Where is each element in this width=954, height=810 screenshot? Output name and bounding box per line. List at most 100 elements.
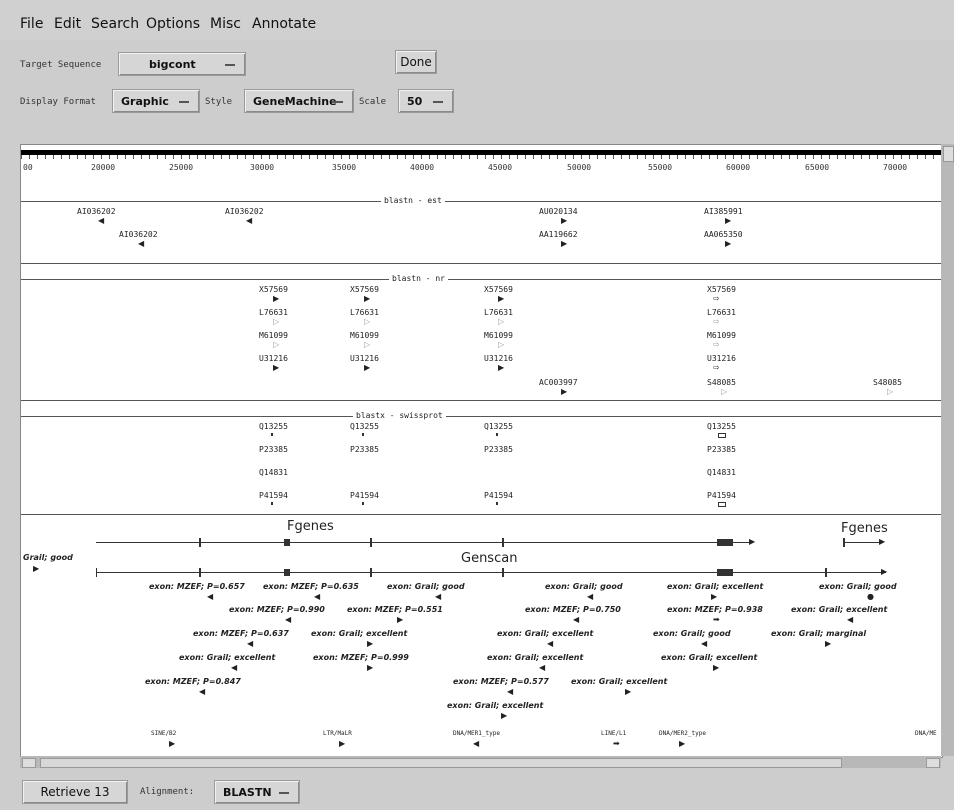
forward-arrow-icon: ▶ bbox=[879, 537, 886, 546]
target-sequence-label: Target Sequence bbox=[20, 60, 102, 70]
done-button[interactable]: Done bbox=[395, 50, 437, 74]
horizontal-scroll-thumb[interactable] bbox=[40, 758, 842, 768]
forward-arrow-icon: ▶ bbox=[711, 592, 718, 601]
forward-arrow-icon: ▶ bbox=[561, 216, 568, 225]
forward-arrow-icon: ▷ bbox=[364, 340, 371, 349]
nr-hit-label: S48085 bbox=[873, 378, 902, 387]
forward-arrow-icon: ▶ bbox=[364, 363, 371, 372]
reverse-arrow-icon: ◀ bbox=[573, 615, 580, 624]
alignment-select[interactable]: BLASTN bbox=[214, 780, 300, 804]
scale-select[interactable]: 50 bbox=[398, 89, 454, 113]
forward-arrow-icon: ▶ bbox=[273, 363, 280, 372]
forward-arrow-icon: ● bbox=[867, 592, 874, 601]
section-divider bbox=[21, 416, 942, 417]
scale-label: Scale bbox=[359, 97, 387, 107]
grail-good-label: Grail; good bbox=[23, 553, 73, 562]
exon-label: exon: Grail; good bbox=[545, 582, 623, 591]
forward-arrow-icon: ▷ bbox=[498, 340, 505, 349]
forward-arrow-icon: ▷ bbox=[498, 317, 505, 326]
scroll-up-arrow-icon[interactable] bbox=[943, 146, 954, 162]
est-hit-label: AI036202 bbox=[77, 207, 116, 216]
exon-mark bbox=[96, 568, 97, 577]
exon-label: exon: Grail; excellent bbox=[571, 677, 668, 686]
swissprot-hit-label: Q13255 bbox=[259, 422, 288, 431]
exon-label: exon: MZEF; P=0.999 bbox=[313, 653, 409, 662]
exon-label: exon: Grail; excellent bbox=[791, 605, 888, 614]
forward-arrow-icon: ▶ bbox=[881, 567, 888, 576]
reverse-arrow-icon: ◀ bbox=[435, 592, 442, 601]
reverse-arrow-icon: ◀ bbox=[587, 592, 594, 601]
forward-arrow-icon: ▶ bbox=[561, 387, 568, 396]
exon-label: exon: Grail; excellent bbox=[497, 629, 594, 638]
swissprot-hit-label: Q14831 bbox=[707, 468, 736, 477]
swissprot-hit-label: Q13255 bbox=[350, 422, 379, 431]
forward-arrow-icon: ▶ bbox=[501, 711, 508, 720]
genscan-label: Genscan bbox=[461, 551, 518, 566]
ruler-tick: 40000 bbox=[410, 163, 435, 172]
exon-label: exon: Grail; excellent bbox=[487, 653, 584, 662]
nr-hit-label: S48085 bbox=[707, 378, 736, 387]
reverse-arrow-icon: ◀ bbox=[199, 687, 206, 696]
exon-mark bbox=[717, 569, 733, 576]
nr-hit-label: X57569 bbox=[350, 285, 379, 294]
exon-mark bbox=[502, 538, 504, 547]
exon-label: exon: Grail; excellent bbox=[179, 653, 276, 662]
swissprot-hit-label: P23385 bbox=[484, 445, 513, 454]
forward-arrow-icon: ⇨ bbox=[713, 317, 720, 326]
hit-mark bbox=[718, 502, 726, 507]
exon-label: exon: Grail; good bbox=[387, 582, 465, 591]
menu-options[interactable]: Options bbox=[146, 16, 200, 32]
reverse-arrow-icon: ◀ bbox=[547, 639, 554, 648]
vertical-scrollbar[interactable] bbox=[941, 144, 954, 756]
target-sequence-value: bigcont bbox=[149, 57, 196, 71]
menu-annotate[interactable]: Annotate bbox=[252, 16, 316, 32]
forward-arrow-icon: ▶ bbox=[273, 294, 280, 303]
style-select[interactable]: GeneMachine bbox=[244, 89, 354, 113]
repeat-label: DNA/ME bbox=[915, 730, 937, 737]
reverse-arrow-icon: ◀ bbox=[138, 239, 145, 248]
style-value: GeneMachine bbox=[253, 94, 337, 108]
exon-label: exon: Grail; excellent bbox=[661, 653, 758, 662]
nr-hit-label: X57569 bbox=[259, 285, 288, 294]
forward-arrow-icon: ▶ bbox=[679, 739, 686, 748]
section-divider bbox=[21, 400, 942, 401]
option-menu-indicator-icon bbox=[433, 101, 443, 103]
exon-mark bbox=[199, 568, 201, 577]
reverse-arrow-icon: ◀ bbox=[847, 615, 854, 624]
exon-label: exon: MZEF; P=0.938 bbox=[667, 605, 763, 614]
repeat-label: LINE/L1 bbox=[601, 730, 627, 737]
section-divider bbox=[21, 201, 942, 202]
genscan-gene-line bbox=[96, 572, 886, 573]
display-format-value: Graphic bbox=[121, 94, 169, 108]
nr-hit-label: U31216 bbox=[259, 354, 288, 363]
sequence-map-canvas[interactable]: 00 20000 25000 30000 35000 40000 45000 5… bbox=[20, 144, 943, 758]
section-divider bbox=[21, 514, 942, 515]
menu-search[interactable]: Search bbox=[91, 16, 139, 32]
scroll-right-arrow-icon[interactable] bbox=[926, 758, 940, 768]
alignment-value: BLASTN bbox=[223, 785, 272, 799]
exon-label: exon: MZEF; P=0.657 bbox=[149, 582, 245, 591]
nr-hit-label: U31216 bbox=[484, 354, 513, 363]
menu-edit[interactable]: Edit bbox=[54, 16, 81, 32]
section-title-swissprot: blastx - swissprot bbox=[353, 411, 446, 420]
ruler-tick: 55000 bbox=[648, 163, 673, 172]
retrieve-button[interactable]: Retrieve 13 bbox=[22, 780, 128, 804]
reverse-arrow-icon: ◀ bbox=[507, 687, 514, 696]
forward-arrow-icon: ▷ bbox=[721, 387, 728, 396]
hit-mark bbox=[362, 433, 364, 436]
menu-file[interactable]: File bbox=[20, 16, 43, 32]
fgenes-gene-line bbox=[96, 542, 751, 543]
menu-misc[interactable]: Misc bbox=[210, 16, 241, 32]
nr-hit-label: L76631 bbox=[259, 308, 288, 317]
forward-arrow-icon: ▷ bbox=[887, 387, 894, 396]
hit-mark bbox=[271, 433, 273, 436]
nr-hit-label: L76631 bbox=[707, 308, 736, 317]
est-hit-label: AA065350 bbox=[704, 230, 743, 239]
forward-arrow-icon: ▷ bbox=[273, 317, 280, 326]
ruler-minor-ticks bbox=[21, 155, 942, 159]
fgenes-label: Fgenes bbox=[287, 519, 334, 534]
hit-mark bbox=[362, 502, 364, 505]
scroll-left-arrow-icon[interactable] bbox=[22, 758, 36, 768]
target-sequence-select[interactable]: bigcont bbox=[118, 52, 246, 76]
display-format-select[interactable]: Graphic bbox=[112, 89, 200, 113]
